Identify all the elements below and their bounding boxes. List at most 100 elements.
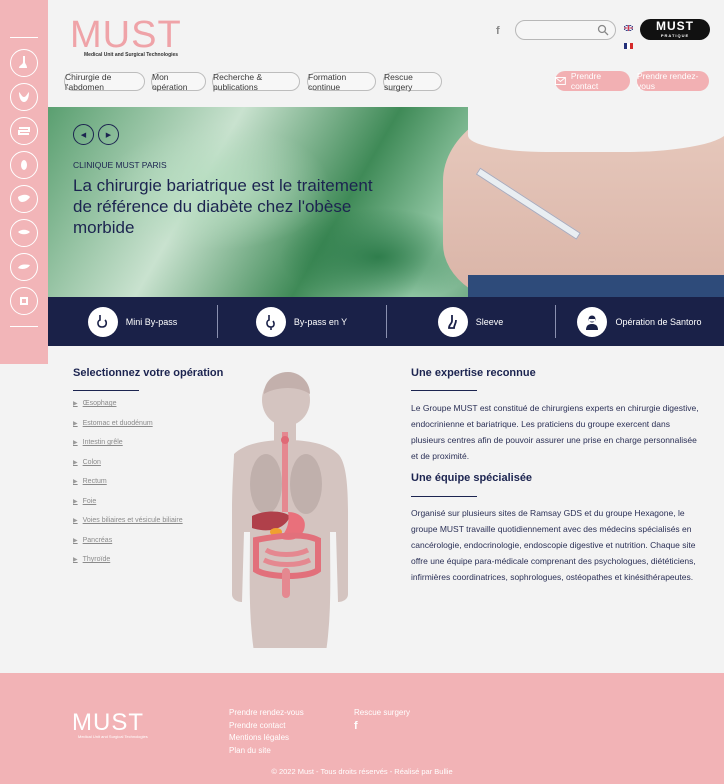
operation-link-oesophage[interactable]: ▶ Œsophage	[73, 400, 183, 420]
operation-link-intestin[interactable]: ▶ Intestin grêle	[73, 439, 183, 459]
sidebar-divider	[10, 37, 38, 38]
facebook-icon[interactable]: f	[354, 720, 410, 732]
operation-link-label[interactable]: Colon	[83, 459, 101, 479]
thyroid-icon[interactable]	[10, 287, 38, 315]
arrow-right-icon: ▶	[73, 440, 78, 446]
stomach-icon[interactable]	[10, 83, 38, 111]
badge-subtitle: PRATIQUE	[660, 33, 690, 38]
nav-rescue-surgery[interactable]: Rescue surgery	[383, 72, 442, 92]
search-icon[interactable]	[597, 24, 609, 36]
operation-list: ▶ Œsophage ▶ Estomac et duodénum ▶ Intestin…	[73, 400, 183, 576]
operation-link-estomac[interactable]: ▶ Estomac et duodénum	[73, 420, 183, 440]
must-logo[interactable]: MUST Medical Unit and Surgical Technolog…	[70, 16, 200, 60]
footer-links-column: Prendre rendez-vous Prendre contact Ment…	[229, 708, 304, 758]
facebook-icon[interactable]: f	[496, 25, 500, 37]
sleeve-icon	[437, 306, 468, 337]
arrow-right-icon: ▶	[73, 557, 78, 563]
operation-link-label[interactable]: Intestin grêle	[83, 439, 123, 459]
arrow-right-icon: ▶	[73, 401, 78, 407]
footer-links-column: Rescue surgery f	[354, 708, 410, 732]
nav-mon-operation[interactable]: Mon opération	[151, 72, 206, 92]
badge-word: MUST	[656, 19, 694, 33]
team-text: Organisé sur plusieurs sites de Ramsay G…	[411, 508, 696, 582]
operation-label: Opération de Santoro	[615, 316, 702, 327]
nav-chirurgie-abdomen[interactable]: Chirurgie de l'abdomen	[64, 72, 145, 92]
side-navigation	[0, 0, 48, 364]
expertise-text: Le Groupe MUST est constitué de chirurgi…	[411, 403, 699, 461]
carousel-next-button[interactable]: ▶	[98, 124, 119, 145]
contact-label: Prendre contact	[570, 71, 602, 91]
language-switcher	[623, 21, 634, 57]
operations-bar: Mini By-pass By-pass en Y Sleeve Opérati…	[48, 297, 724, 346]
operation-link-thyroide[interactable]: ▶ Thyroïde	[73, 556, 183, 576]
operation-link-voies-biliaires[interactable]: ▶ Voies biliaires et vésicule biliaire	[73, 517, 183, 537]
footer-link-appointment[interactable]: Prendre rendez-vous	[229, 708, 304, 721]
hero-headline: La chirurgie bariatrique est le traiteme…	[73, 176, 373, 237]
operation-mini-bypass[interactable]: Mini By-pass	[48, 297, 217, 346]
logo-tagline: Medical Unit and Surgical Technologies	[84, 52, 179, 58]
logo-wordmark: MUST	[70, 14, 182, 56]
contact-button[interactable]: Prendre contact	[555, 71, 630, 91]
operation-label: Mini By-pass	[125, 316, 178, 327]
surgeon-icon	[577, 306, 608, 337]
operation-link-label[interactable]: Rectum	[83, 478, 107, 498]
operation-link-label[interactable]: Thyroïde	[83, 556, 111, 576]
nav-formation-continue[interactable]: Formation continue	[307, 72, 376, 92]
operation-sleeve[interactable]: Sleeve	[386, 297, 555, 346]
arrow-right-icon: ▶	[73, 459, 78, 466]
pancreas-icon[interactable]	[10, 253, 38, 281]
nav-recherche-publications[interactable]: Recherche & publications	[212, 72, 300, 92]
carousel-prev-button[interactable]: ◀	[73, 124, 94, 145]
search-input[interactable]	[515, 20, 616, 40]
operation-link-label[interactable]: Voies biliaires et vésicule biliaire	[83, 517, 183, 537]
copyright: © 2022 Must - Tous droits réservés - Réa…	[271, 767, 453, 776]
must-pratique-badge[interactable]: MUST PRATIQUE	[640, 19, 710, 40]
operation-link-pancreas[interactable]: ▶ Pancréas	[73, 537, 183, 557]
title-underline	[73, 390, 139, 391]
liver-icon[interactable]	[10, 185, 38, 213]
operation-label: Sleeve	[475, 316, 504, 327]
operation-link-rectum[interactable]: ▶ Rectum	[73, 478, 183, 498]
expertise-title: Une expertise reconnue	[411, 367, 536, 379]
arrow-right-icon: ▶	[73, 498, 78, 505]
arrow-right-icon: ▶	[73, 518, 78, 524]
colon-icon[interactable]	[10, 151, 38, 179]
footer-logo[interactable]: MUST Medical Unit and Surgical Technolog…	[72, 709, 148, 739]
operation-link-label[interactable]: Estomac et duodénum	[83, 420, 153, 440]
operation-label: By-pass en Y	[293, 316, 348, 327]
operation-bypass-y[interactable]: By-pass en Y	[217, 297, 386, 346]
intestine-icon[interactable]	[10, 117, 38, 145]
operation-santoro[interactable]: Opération de Santoro	[555, 297, 724, 346]
operation-link-label[interactable]: Œsophage	[83, 400, 117, 420]
operation-link-label[interactable]: Pancréas	[83, 537, 113, 557]
title-underline	[411, 390, 477, 391]
footer-link-legal[interactable]: Mentions légales	[229, 733, 304, 746]
footer-logo-word: MUST	[72, 709, 144, 736]
team-title: Une équipe spécialisée	[411, 472, 533, 484]
appointment-button[interactable]: Prendre rendez-vous	[637, 71, 709, 91]
hero-image-jeans	[468, 275, 724, 297]
hero-image-shirt	[468, 107, 724, 152]
arrow-right-icon: ▶	[73, 537, 78, 544]
mail-icon	[555, 77, 566, 85]
uk-flag-icon[interactable]	[623, 24, 634, 32]
hero-banner: ◀ ▶ CLINIQUE MUST PARIS La chirurgie bar…	[48, 107, 724, 297]
select-operation-title: Selectionnez votre opération	[73, 367, 224, 379]
title-underline	[411, 496, 477, 497]
hero-kicker: CLINIQUE MUST PARIS	[73, 160, 167, 170]
footer-logo-tagline: Medical Unit and Surgical Technologies	[78, 734, 148, 739]
bypass-y-icon	[255, 306, 286, 337]
esophagus-icon[interactable]	[10, 49, 38, 77]
mini-bypass-icon	[87, 306, 118, 337]
arrow-right-icon: ▶	[73, 479, 78, 485]
operation-link-label[interactable]: Foie	[83, 498, 97, 518]
operation-link-foie[interactable]: ▶ Foie	[73, 498, 183, 518]
operation-link-colon[interactable]: ▶ Colon	[73, 459, 183, 479]
footer-link-contact[interactable]: Prendre contact	[229, 721, 304, 734]
french-flag-icon[interactable]	[624, 43, 633, 49]
gallbladder-icon[interactable]	[10, 219, 38, 247]
sidebar-divider	[10, 326, 38, 327]
anatomy-illustration[interactable]	[204, 372, 354, 648]
arrow-right-icon: ▶	[73, 420, 78, 427]
footer-link-sitemap[interactable]: Plan du site	[229, 746, 304, 759]
